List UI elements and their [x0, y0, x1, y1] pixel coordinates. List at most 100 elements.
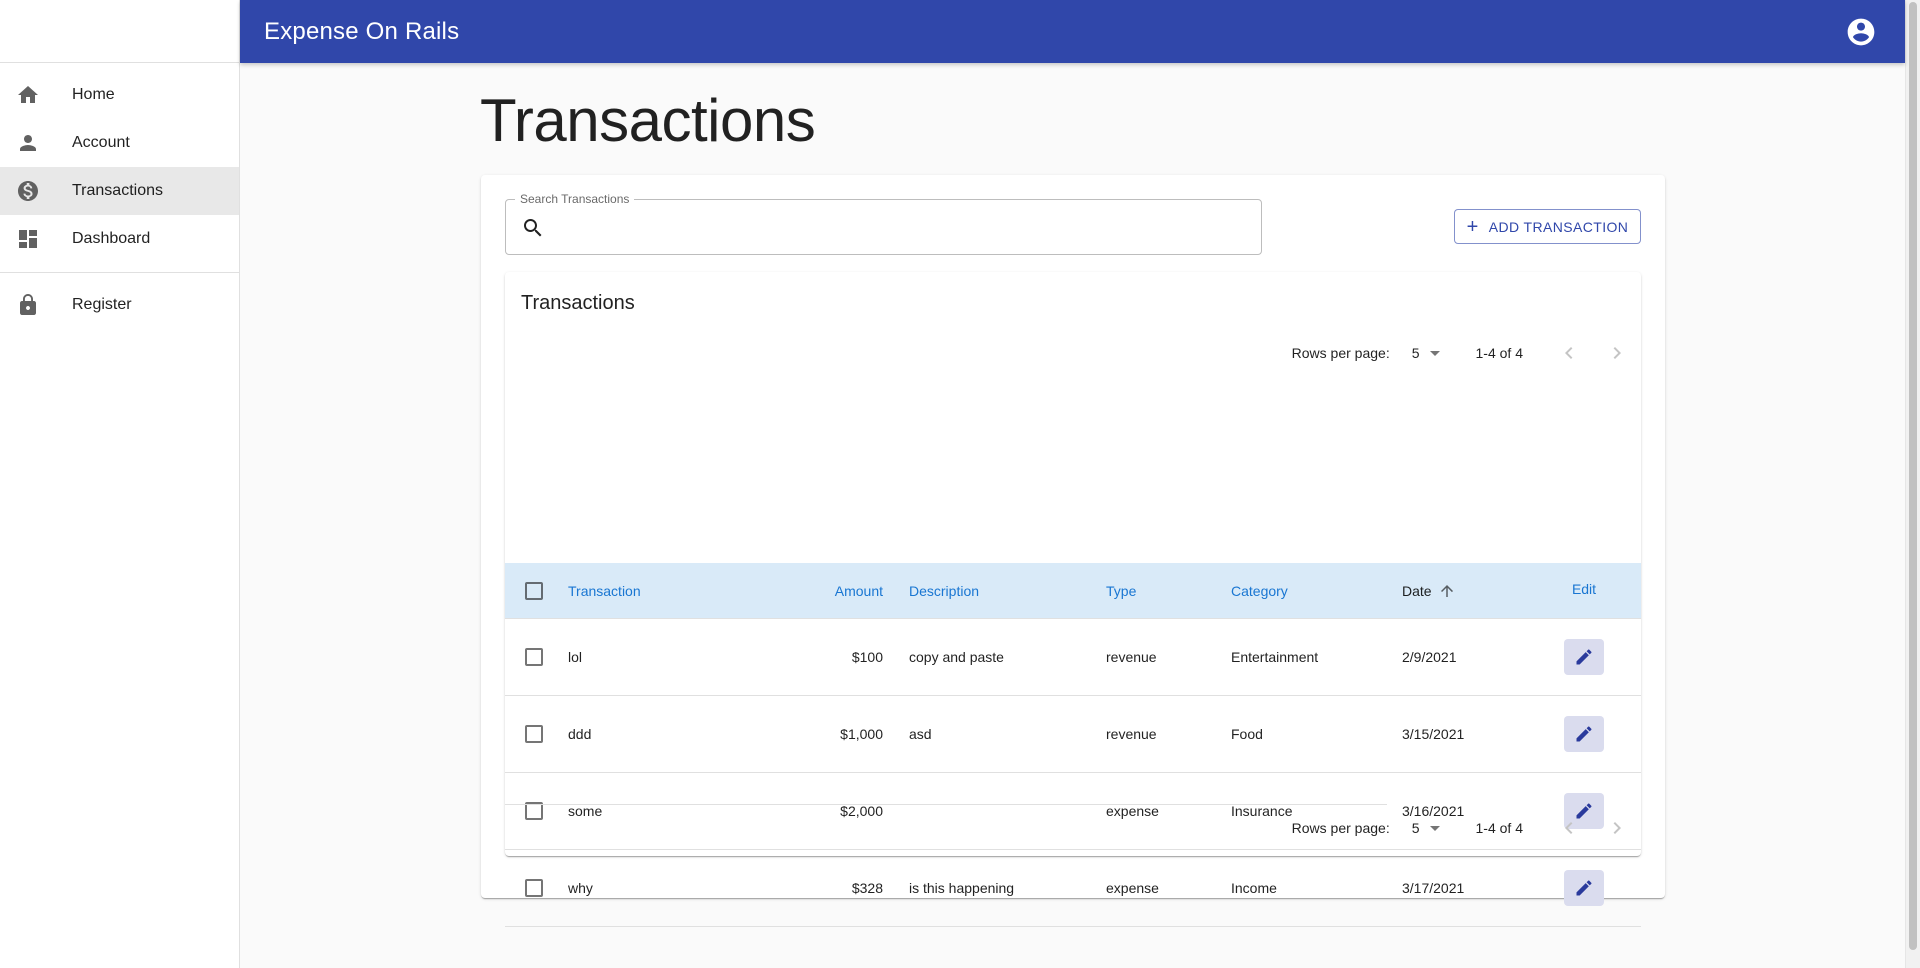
sidebar-item-label: Register [72, 296, 132, 313]
cell-amount: $328 [851, 880, 883, 896]
sidebar-item-transactions[interactable]: Transactions [0, 167, 239, 215]
search-icon [521, 216, 545, 240]
sidebar-nav-list: Home Account Transactions Dashboard [0, 63, 239, 263]
column-header-edit: Edit [1571, 580, 1597, 597]
rows-per-page-label: Rows per page: [1291, 820, 1390, 836]
dollar-circle-icon [16, 179, 40, 203]
cell-transaction: ddd [568, 726, 592, 742]
lock-icon [16, 293, 40, 317]
table-footer-divider [505, 804, 1387, 805]
cell-category: Income [1231, 880, 1277, 896]
sidebar-divider [0, 272, 239, 273]
add-transaction-button[interactable]: + ADD TRANSACTION [1454, 209, 1641, 244]
previous-page-button[interactable] [1545, 804, 1593, 852]
table-row: why $328 is this happening expense Income 3/1… [505, 850, 1641, 927]
previous-page-button[interactable] [1545, 329, 1593, 377]
person-icon [16, 131, 40, 155]
cell-description: asd [909, 726, 932, 742]
cell-amount: $2,000 [840, 803, 883, 819]
cell-transaction: why [568, 880, 593, 896]
app-bar: Expense On Rails [240, 0, 1905, 63]
table-row: lol $100 copy and paste revenue Entertainmen… [505, 619, 1641, 696]
dashboard-icon [16, 227, 40, 251]
table-title: Transactions [521, 292, 635, 314]
cell-type: revenue [1106, 649, 1157, 665]
transactions-card: Search Transactions + ADD TRANSACTION Tr… [481, 175, 1665, 927]
chevron-right-icon [1613, 822, 1621, 834]
cell-date: 3/17/2021 [1402, 880, 1465, 896]
sidebar-item-label: Dashboard [72, 230, 151, 247]
account-button[interactable] [1837, 8, 1885, 56]
edit-row-button[interactable] [1564, 716, 1604, 752]
add-transaction-label: ADD TRANSACTION [1488, 218, 1629, 235]
edit-row-button[interactable] [1564, 870, 1604, 906]
cell-date: 3/15/2021 [1402, 726, 1465, 742]
cell-description [909, 773, 1099, 849]
transactions-table: Transactions Rows per page: 5 1-4 of 4 T… [505, 272, 1641, 927]
page-title: Transactions [480, 87, 816, 154]
column-header-transaction[interactable]: Transaction [568, 563, 748, 618]
pencil-icon [1574, 647, 1594, 667]
search-input[interactable] [554, 200, 1254, 254]
cell-amount: $100 [851, 649, 883, 665]
pagination-bottom: Rows per page: 5 1-4 of 4 [1292, 802, 1641, 854]
search-field[interactable]: Search Transactions [505, 192, 1262, 255]
rows-per-page-label: Rows per page: [1291, 345, 1390, 361]
next-page-button[interactable] [1593, 804, 1641, 852]
chevron-left-icon [1565, 822, 1573, 834]
column-header-type[interactable]: Type [1106, 563, 1216, 618]
app-title: Expense On Rails [264, 17, 460, 45]
pencil-icon [1574, 724, 1594, 744]
page-scrollbar[interactable] [1905, 0, 1920, 968]
sidebar-item-dashboard[interactable]: Dashboard [0, 215, 239, 263]
rows-per-page-select[interactable]: 5 [1412, 345, 1440, 361]
cell-type: revenue [1106, 726, 1157, 742]
rows-per-page-value: 5 [1411, 820, 1420, 836]
cell-amount: $1,000 [840, 726, 883, 742]
column-header-date-label: Date [1402, 582, 1432, 599]
next-page-button[interactable] [1593, 329, 1641, 377]
arrow-up-icon [1438, 582, 1456, 600]
plus-icon: + [1466, 215, 1479, 238]
column-header-amount[interactable]: Amount [805, 563, 883, 618]
chevron-right-icon [1613, 347, 1621, 359]
account-circle-icon [1847, 18, 1875, 45]
sidebar-item-label: Account [72, 134, 130, 151]
cell-category: Food [1231, 726, 1263, 742]
caret-down-icon [1429, 350, 1440, 356]
home-icon [16, 83, 40, 107]
select-all-checkbox[interactable] [525, 581, 543, 600]
row-checkbox[interactable] [525, 648, 543, 666]
edit-row-button[interactable] [1564, 639, 1604, 675]
rows-per-page-select[interactable]: 5 [1412, 820, 1440, 836]
sidebar-item-label: Transactions [72, 182, 163, 199]
column-header-description[interactable]: Description [909, 563, 1099, 618]
sidebar-item-home[interactable]: Home [0, 71, 239, 119]
sidebar-item-account[interactable]: Account [0, 119, 239, 167]
sidebar-header-spacer [0, 0, 239, 63]
cell-transaction: some [568, 803, 603, 819]
rows-per-page-value: 5 [1411, 345, 1420, 361]
cell-date: 2/9/2021 [1402, 649, 1457, 665]
table-header-row: Transaction Amount Description Type Cate… [505, 563, 1641, 619]
sidebar-item-register[interactable]: Register [0, 281, 239, 329]
sidebar-item-label: Home [72, 86, 115, 103]
column-header-date[interactable]: Date [1402, 563, 1542, 618]
sidebar-drawer: Home Account Transactions Dashboard Regi… [0, 0, 240, 968]
chevron-left-icon [1565, 347, 1573, 359]
pagination-range: 1-4 of 4 [1475, 345, 1523, 361]
row-checkbox[interactable] [525, 879, 543, 897]
cell-description: copy and paste [909, 649, 1004, 665]
pencil-icon [1574, 878, 1594, 898]
cell-description: is this happening [909, 880, 1015, 896]
table-row: ddd $1,000 asd revenue Food 3/15/2021 [505, 696, 1641, 773]
pagination-top: Rows per page: 5 1-4 of 4 [1292, 327, 1641, 379]
scrollbar-thumb[interactable] [1909, 2, 1917, 950]
cell-type: expense [1106, 803, 1159, 819]
sidebar-secondary-list: Register [0, 281, 239, 329]
column-header-category[interactable]: Category [1231, 563, 1391, 618]
cell-type: expense [1106, 880, 1159, 896]
row-checkbox[interactable] [525, 725, 543, 743]
pagination-range: 1-4 of 4 [1475, 820, 1523, 836]
caret-down-icon [1429, 825, 1440, 831]
